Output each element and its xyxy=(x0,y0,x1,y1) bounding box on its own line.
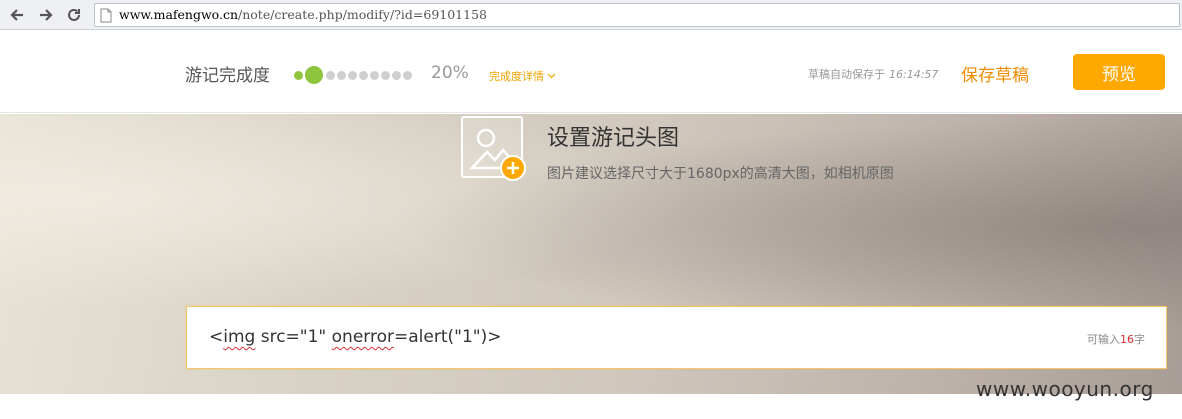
forward-arrow-icon[interactable] xyxy=(35,5,57,25)
chevron-down-icon xyxy=(547,73,556,79)
progress-dot xyxy=(359,70,368,80)
preview-button[interactable]: 预览 xyxy=(1073,54,1165,90)
progress-dot xyxy=(294,70,303,80)
page-icon xyxy=(100,8,112,23)
reload-icon[interactable] xyxy=(63,5,85,25)
save-draft-button[interactable]: 保存草稿 xyxy=(961,61,1029,86)
address-bar[interactable]: www.mafengwo.cn/note/create.php/modify/?… xyxy=(94,3,1180,27)
completion-detail-label: 完成度详情 xyxy=(489,70,544,83)
set-cover-title[interactable]: 设置游记头图 xyxy=(547,120,679,152)
progress-dot xyxy=(348,70,357,80)
progress-dot xyxy=(403,70,412,80)
autosave-status: 草稿自动保存于 16:14:57 xyxy=(808,68,939,81)
progress-dot xyxy=(326,70,335,80)
note-title-value: <img src="1" onerror=alert("1")> xyxy=(209,327,502,347)
completion-detail-link[interactable]: 完成度详情 xyxy=(489,68,556,84)
progress-dot xyxy=(370,70,379,80)
add-cover-icon[interactable] xyxy=(500,155,526,181)
cover-hint: 图片建议选择尺寸大于1680px的高清大图，如相机原图 xyxy=(547,166,894,182)
browser-toolbar: www.mafengwo.cn/note/create.php/modify/?… xyxy=(0,0,1182,30)
progress-dot xyxy=(392,70,401,80)
back-arrow-icon[interactable] xyxy=(6,5,28,25)
note-title-input[interactable]: <img src="1" onerror=alert("1")> 可输入16字 xyxy=(186,306,1167,369)
progress-percent: 20% xyxy=(431,63,469,83)
progress-label: 游记完成度 xyxy=(185,66,270,86)
progress-dots xyxy=(294,65,414,85)
watermark: www.wooyun.org xyxy=(976,377,1154,401)
editor-header: 游记完成度 20% 完成度详情 草稿自动保存于 16:14:57 保存草稿 预览 xyxy=(0,31,1182,113)
url-text: www.mafengwo.cn/note/create.php/modify/?… xyxy=(119,7,487,22)
char-counter: 可输入16字 xyxy=(1087,333,1145,346)
progress-dot xyxy=(381,70,390,80)
progress-dot xyxy=(337,70,346,80)
progress-dot-current xyxy=(305,66,323,84)
